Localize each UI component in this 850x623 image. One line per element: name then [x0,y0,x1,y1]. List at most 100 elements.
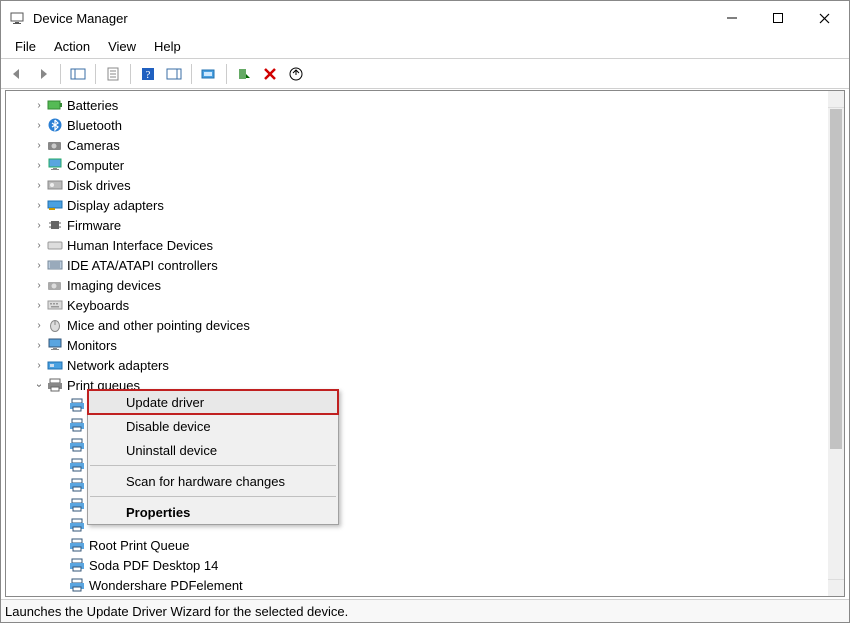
expand-arrow-icon[interactable]: › [32,100,46,111]
properties-button[interactable] [101,62,125,86]
context-separator [90,465,336,466]
context-menu: Update driver Disable device Uninstall d… [87,389,339,525]
category-label: Human Interface Devices [67,238,213,253]
toolbar-separator [95,64,96,84]
context-item-label: Properties [126,505,190,520]
action-pane-button[interactable] [162,62,186,86]
menu-help[interactable]: Help [146,37,189,56]
app-icon [9,10,25,26]
expand-arrow-icon[interactable]: › [32,300,46,311]
printer-icon [68,417,86,433]
svg-text:?: ? [146,69,151,81]
category-cameras[interactable]: › Cameras [6,135,828,155]
expand-arrow-icon[interactable]: › [32,240,46,251]
help-button[interactable]: ? [136,62,160,86]
category-monitors[interactable]: › Monitors [6,335,828,355]
collapse-arrow-icon[interactable]: › [34,378,45,392]
battery-icon [46,97,64,113]
context-uninstall-device[interactable]: Uninstall device [88,438,338,462]
context-properties[interactable]: Properties [88,500,338,524]
vertical-scrollbar[interactable] [828,91,844,596]
expand-arrow-icon[interactable]: › [32,360,46,371]
titlebar: Device Manager [1,1,849,35]
back-button[interactable] [5,62,29,86]
forward-button[interactable] [31,62,55,86]
expand-arrow-icon[interactable]: › [32,180,46,191]
uninstall-device-button[interactable] [258,62,282,86]
category-processors[interactable]: › Processors [6,595,828,596]
enable-device-button[interactable] [232,62,256,86]
expand-arrow-icon[interactable]: › [32,160,46,171]
category-ide[interactable]: › IDE ATA/ATAPI controllers [6,255,828,275]
category-display-adapters[interactable]: › Display adapters [6,195,828,215]
print-queue-root[interactable]: Root Print Queue [6,535,828,555]
context-item-label: Uninstall device [126,443,217,458]
category-imaging[interactable]: › Imaging devices [6,275,828,295]
expand-arrow-icon[interactable]: › [32,280,46,291]
status-text: Launches the Update Driver Wizard for th… [5,604,348,619]
category-keyboards[interactable]: › Keyboards [6,295,828,315]
menu-view[interactable]: View [100,37,144,56]
minimize-button[interactable] [709,2,755,34]
category-label: Batteries [67,98,118,113]
category-label: Network adapters [67,358,169,373]
status-bar: Launches the Update Driver Wizard for th… [1,599,849,622]
hid-icon [46,237,64,253]
imaging-icon [46,277,64,293]
disk-icon [46,177,64,193]
printer-icon [46,377,64,393]
scan-hardware-button[interactable] [197,62,221,86]
maximize-button[interactable] [755,2,801,34]
category-label: IDE ATA/ATAPI controllers [67,258,218,273]
expand-arrow-icon[interactable]: › [32,200,46,211]
category-batteries[interactable]: › Batteries [6,95,828,115]
category-label: Disk drives [67,178,131,193]
toolbar-separator [226,64,227,84]
category-hid[interactable]: › Human Interface Devices [6,235,828,255]
print-queue-wondershare[interactable]: Wondershare PDFelement [6,575,828,595]
context-update-driver[interactable]: Update driver [88,390,338,414]
device-label: Root Print Queue [89,538,189,553]
category-label: Firmware [67,218,121,233]
mouse-icon [46,317,64,333]
network-icon [46,357,64,373]
show-hide-console-button[interactable] [66,62,90,86]
printer-icon [68,437,86,453]
context-separator [90,496,336,497]
update-driver-button[interactable] [284,62,308,86]
menu-file[interactable]: File [7,37,44,56]
menubar: File Action View Help [1,35,849,59]
category-bluetooth[interactable]: › Bluetooth [6,115,828,135]
print-queue-soda[interactable]: Soda PDF Desktop 14 [6,555,828,575]
scrollbar-thumb[interactable] [830,109,842,449]
category-label: Computer [67,158,124,173]
menu-action[interactable]: Action [46,37,98,56]
category-computer[interactable]: › Computer [6,155,828,175]
expand-arrow-icon[interactable]: › [32,140,46,151]
expand-arrow-icon[interactable]: › [32,120,46,131]
context-scan-hardware[interactable]: Scan for hardware changes [88,469,338,493]
monitor-icon [46,337,64,353]
category-mice[interactable]: › Mice and other pointing devices [6,315,828,335]
printer-icon [68,557,86,573]
expand-arrow-icon[interactable]: › [32,260,46,271]
device-label: Soda PDF Desktop 14 [89,558,218,573]
firmware-icon [46,217,64,233]
close-button[interactable] [801,2,847,34]
printer-icon [68,457,86,473]
category-network[interactable]: › Network adapters [6,355,828,375]
category-label: Monitors [67,338,117,353]
expand-arrow-icon[interactable]: › [32,340,46,351]
printer-icon [68,397,86,413]
category-firmware[interactable]: › Firmware [6,215,828,235]
toolbar-separator [130,64,131,84]
expand-arrow-icon[interactable]: › [32,320,46,331]
category-label: Mice and other pointing devices [67,318,250,333]
category-disk-drives[interactable]: › Disk drives [6,175,828,195]
device-label: Wondershare PDFelement [89,578,243,593]
expand-arrow-icon[interactable]: › [32,220,46,231]
display-adapter-icon [46,197,64,213]
category-label: Imaging devices [67,278,161,293]
toolbar-separator [191,64,192,84]
context-disable-device[interactable]: Disable device [88,414,338,438]
